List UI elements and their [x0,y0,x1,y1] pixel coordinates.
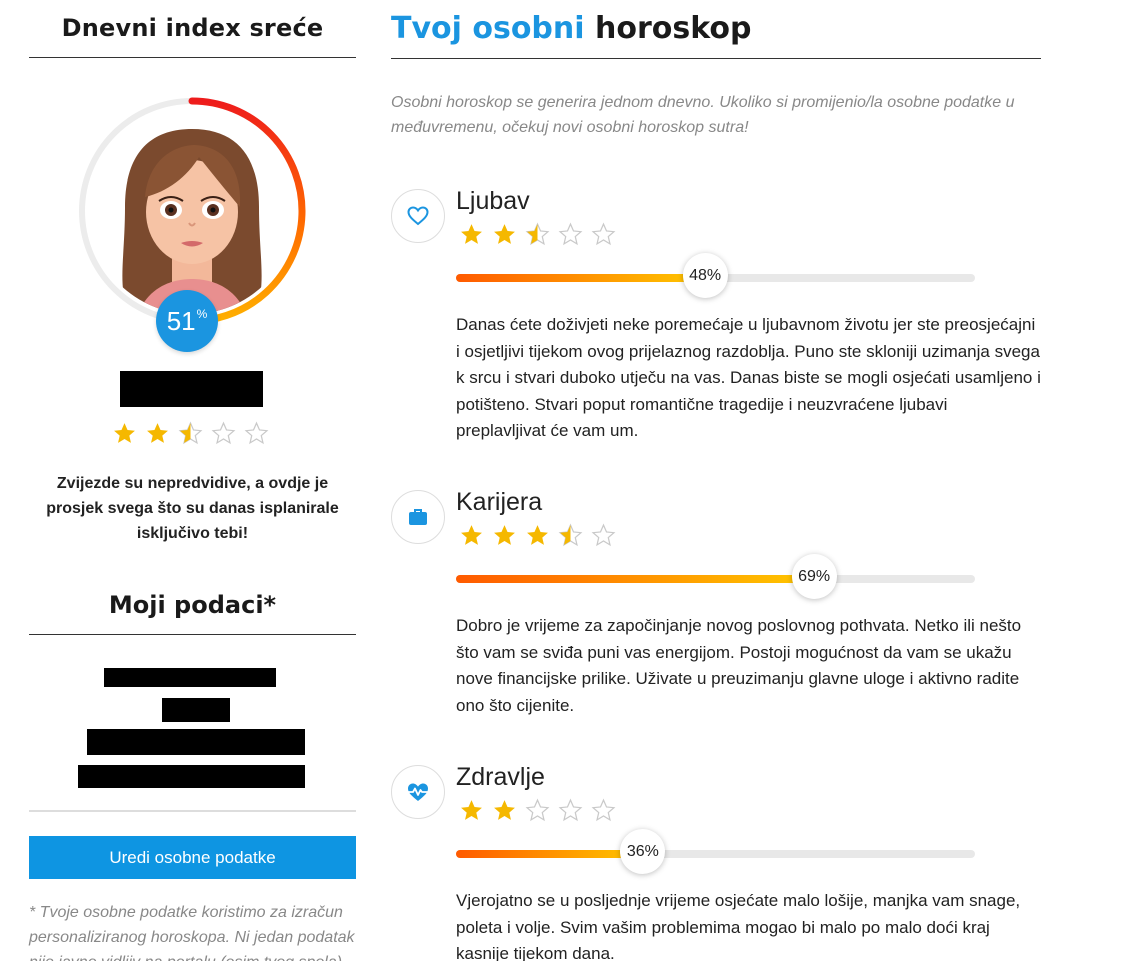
daily-star-rating [112,421,269,446]
percent-sign: % [196,307,208,321]
happiness-percent-badge: 51% [156,290,218,352]
career-percent-bar: 69% [456,554,975,599]
bar-fill [456,274,706,282]
my-data-title: Moji podaci* [29,591,356,635]
star-empty-icon [558,798,583,822]
star-full-icon [461,800,482,820]
happiness-gauge: 51% [77,97,307,357]
horoscope-title: Tvoj osobni horoskop [391,0,1041,59]
bar-percent-knob: 48% [682,253,728,298]
love-percent-bar: 48% [456,253,975,298]
star-empty-icon [525,798,550,822]
section-star-rating [459,523,616,548]
section-title: Zdravlje [456,763,545,791]
star-half-icon [558,523,583,547]
star-empty-icon [244,421,269,445]
redacted-data-line [87,729,305,755]
title-highlight: Tvoj osobni [391,11,585,46]
redacted-data-line [78,765,305,788]
edit-personal-data-button[interactable]: Uredi osobne podatke [29,836,356,879]
star-full-icon [114,423,135,443]
health-percent-bar: 36% [456,829,975,874]
title-rest: horoskop [595,11,752,46]
star-empty-icon [591,523,616,547]
section-star-rating [459,798,616,823]
star-empty-icon [591,222,616,246]
happiness-value: 51 [166,305,196,336]
section-title: Ljubav [456,187,530,215]
section-text: Vjerojatno se u posljednje vrijeme osjeć… [456,891,1021,961]
bar-percent-knob: 69% [791,554,837,599]
heartbeat-icon [391,765,445,819]
horoscope-intro: Osobni horoskop se generira jednom dnevn… [391,94,1015,136]
bar-percent-knob: 36% [620,829,666,874]
section-text: Danas ćete doživjeti neke poremećaje u l… [456,315,1041,440]
star-full-icon [147,423,168,443]
star-full-icon [494,800,515,820]
bar-fill [456,575,815,583]
star-empty-icon [211,421,236,445]
star-empty-icon [558,222,583,246]
privacy-footnote: * Tvoje osobne podatke koristimo za izra… [29,904,355,961]
divider [29,810,356,812]
happiness-title: Dnevni index sreće [29,0,356,58]
bar-fill [456,850,643,858]
briefcase-icon [391,490,445,544]
section-star-rating [459,222,616,247]
section-title: Karijera [456,488,543,516]
star-empty-icon [591,798,616,822]
section-text: Dobro je vrijeme za započinjanje novog p… [456,616,1022,715]
happiness-panel: Dnevni index sreće 51 % Zvijezde su nepr… [29,0,356,961]
redacted-name [120,371,263,407]
star-full-icon [527,525,548,545]
redacted-data-line [104,668,276,687]
star-full-icon [461,525,482,545]
star-full-icon [494,525,515,545]
heart-icon [391,189,445,243]
horoscope-panel: Tvoj osobni horoskop Osobni horoskop se … [391,0,1041,961]
star-full-icon [461,224,482,244]
star-full-icon [494,224,515,244]
star-half-icon [178,421,203,445]
star-half-icon [525,222,550,246]
redacted-data-line [162,698,230,722]
stars-note: Zvijezde su nepredvidive, a ovdje je pro… [46,475,339,542]
